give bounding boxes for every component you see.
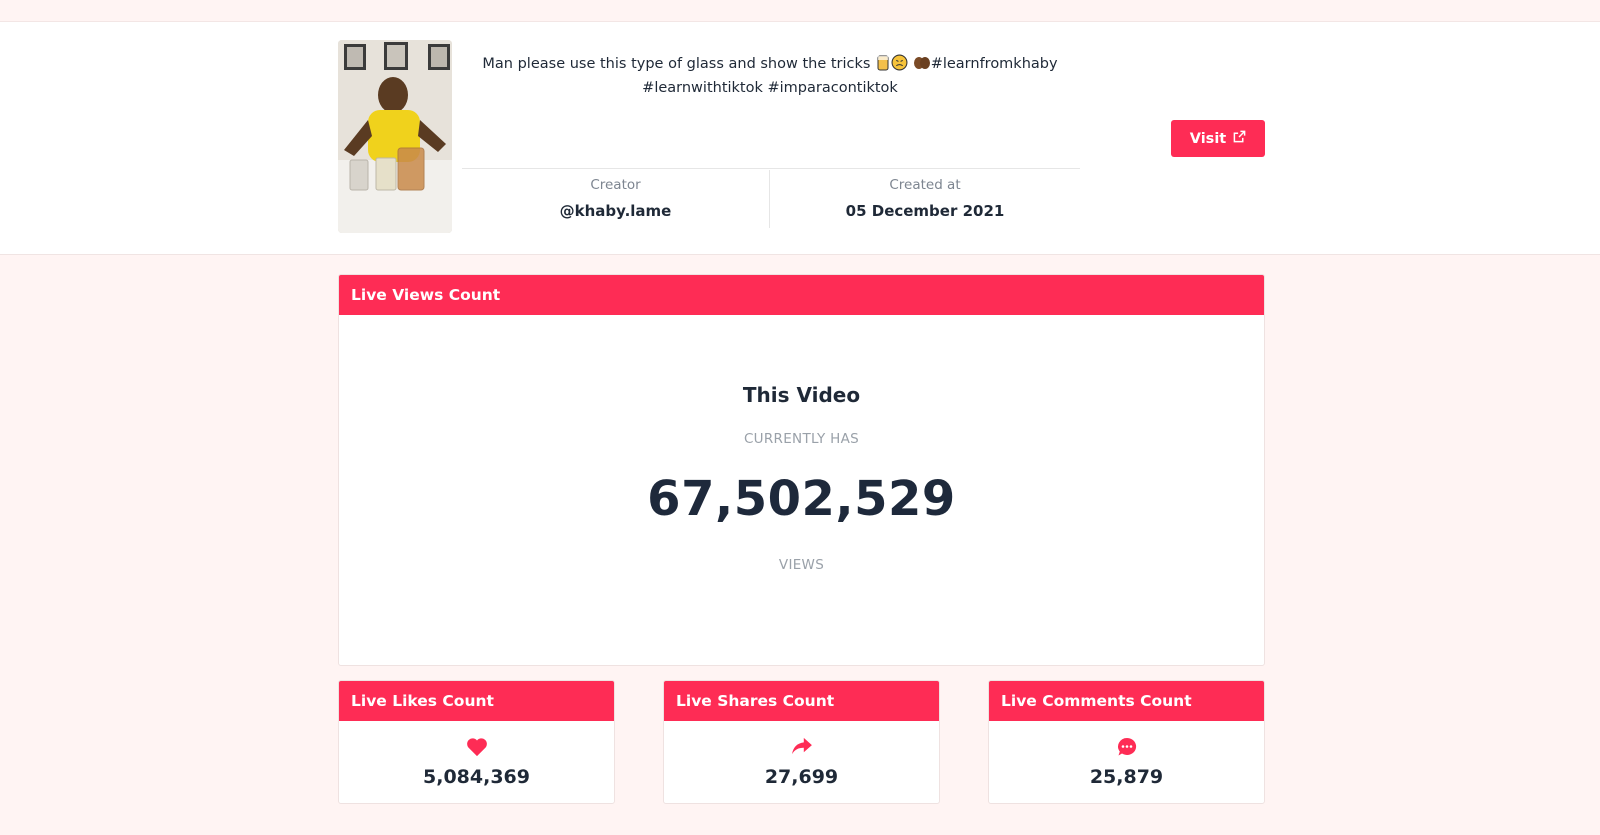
share-icon xyxy=(664,737,939,755)
creator-label: Creator xyxy=(590,177,641,193)
face-emoji-icon xyxy=(891,54,908,78)
created-label: Created at xyxy=(889,177,961,193)
visit-button[interactable]: Visit xyxy=(1171,120,1265,157)
creator-info: Creator @khaby.lame xyxy=(462,177,769,220)
views-unit: VIEWS xyxy=(778,557,825,573)
likes-count: 5,084,369 xyxy=(423,766,530,788)
created-date: 05 December 2021 xyxy=(845,202,1005,220)
views-count: 67,502,529 xyxy=(647,471,956,527)
video-header: Man please use this type of glass and sh… xyxy=(0,22,1600,255)
live-views-card: Live Views Count This Video CURRENTLY HA… xyxy=(338,274,1265,666)
live-comments-card: Live Comments Count 25,879 xyxy=(988,680,1265,804)
views-card-title: This Video xyxy=(742,383,861,407)
external-link-icon xyxy=(1233,130,1246,147)
caption-hashtags[interactable]: #learnwithtiktok #imparacontiktok xyxy=(642,80,898,96)
top-strip xyxy=(0,0,1600,22)
video-thumbnail[interactable] xyxy=(338,40,452,233)
created-info: Created at 05 December 2021 xyxy=(770,177,1080,220)
creator-handle[interactable]: @khaby.lame xyxy=(462,202,769,220)
caption-hashtag[interactable]: #learnfromkhaby xyxy=(931,56,1058,72)
views-card-subtitle: CURRENTLY HAS xyxy=(743,431,860,447)
visit-label: Visit xyxy=(1189,130,1227,147)
views-card-header: Live Views Count xyxy=(339,275,1264,315)
heart-icon xyxy=(339,737,614,757)
video-caption: Man please use this type of glass and sh… xyxy=(470,54,1070,99)
comments-count: 25,879 xyxy=(1089,766,1164,788)
glass-emoji-icon xyxy=(875,55,891,78)
meta-divider xyxy=(462,168,1080,169)
comments-card-header: Live Comments Count xyxy=(989,681,1264,721)
live-shares-card: Live Shares Count 27,699 xyxy=(663,680,940,804)
caption-text: Man please use this type of glass and sh… xyxy=(482,56,871,72)
comment-icon xyxy=(989,737,1264,757)
hands-emoji-icon xyxy=(913,55,931,78)
shares-card-header: Live Shares Count xyxy=(664,681,939,721)
likes-card-header: Live Likes Count xyxy=(339,681,614,721)
shares-count: 27,699 xyxy=(764,766,839,788)
live-likes-card: Live Likes Count 5,084,369 xyxy=(338,680,615,804)
